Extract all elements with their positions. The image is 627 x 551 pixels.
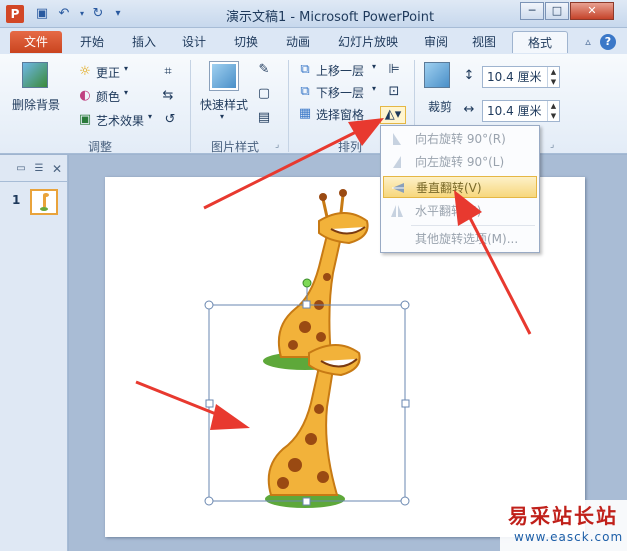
crop-icon [424,62,450,88]
tab-transitions[interactable]: 切换 [226,31,266,53]
tab-animations[interactable]: 动画 [278,31,318,53]
redo-icon[interactable]: ↻ [90,6,106,22]
menu-rotate-right[interactable]: 向右旋转 90°(R) [383,128,537,150]
rotate-right-icon [389,131,405,147]
close-button[interactable]: ✕ [570,2,614,20]
resize-handle[interactable] [204,496,214,506]
menu-more-rotation-options[interactable]: 其他旋转选项(M)... [383,228,537,250]
flip-horizontal-icon [389,203,405,219]
rotate-button[interactable]: ◭▾ [380,106,406,124]
color-palette-icon: ◐ [79,88,91,103]
watermark-url: www.easck.com [514,530,624,544]
ribbon-tabs: 文件 开始 插入 设计 切换 动画 幻灯片放映 审阅 视图 格式 ▵ ? [0,28,627,54]
shape-height-spinner[interactable]: 10.4 厘米 ▲ ▼ [482,66,560,88]
tab-review[interactable]: 审阅 [418,31,454,53]
selection-pane-icon: ▦ [298,106,312,121]
menu-rotate-left[interactable]: 向左旋转 90°(L) [383,151,537,173]
resize-handle[interactable] [400,496,410,506]
tab-insert[interactable]: 插入 [124,31,164,53]
undo-icon[interactable]: ↶ [56,6,72,22]
shape-width-spinner[interactable]: 10.4 厘米 ▲ ▼ [482,100,560,122]
artistic-effects-icon: ▣ [78,112,92,127]
bring-forward-icon: ⧉ [300,62,310,77]
maximize-button[interactable]: □ [545,2,569,20]
tab-format[interactable]: 格式 [512,31,568,53]
giraffe-thumbnail-icon [40,193,49,211]
dialog-launcher-icon[interactable]: ⌟ [550,140,554,150]
slide-number: 1 [12,193,21,207]
resize-handle[interactable] [205,399,214,408]
tab-slideshow[interactable]: 幻灯片放映 [330,31,406,53]
flip-vertical-icon [390,180,406,196]
menu-flip-vertical[interactable]: 垂直翻转(V) [383,176,537,198]
resize-handle[interactable] [302,497,311,506]
tab-design[interactable]: 设计 [174,31,214,53]
slide-thumbnail-pane: ▭ ☰ ✕ 1 [0,155,68,551]
chevron-down-icon: ▾ [148,112,153,121]
dialog-launcher-icon[interactable]: ⌟ [275,140,279,150]
menu-flip-horizontal[interactable]: 水平翻转(H) [383,200,537,222]
group-separator [190,60,191,152]
help-icon[interactable]: ? [600,34,616,50]
tab-home[interactable]: 开始 [72,31,112,53]
group-separator [288,60,289,152]
minimize-button[interactable]: ─ [520,2,544,20]
spinner-arrows-icon[interactable]: ▲ ▼ [547,67,559,87]
site-watermark: 易采站长站 www.easck.com [500,500,627,551]
rotation-handle[interactable] [302,278,312,288]
title-bar: P ▣ ↶ ▾ ↻ ▾ 演示文稿1 - Microsoft PowerPoint… [0,0,627,28]
sun-icon: ☼ [79,64,91,79]
align-icon[interactable]: ⊫ [384,62,404,78]
shape-width-icon: ↔ [463,102,475,117]
shape-height-icon: ↕ [463,68,475,83]
slide-thumbnail[interactable] [30,189,58,215]
window-title: 演示文稿1 - Microsoft PowerPoint [225,10,435,25]
menu-separator [411,225,535,226]
spinner-arrows-icon[interactable]: ▲ ▼ [547,101,559,121]
undo-dropdown-icon[interactable]: ▾ [74,6,90,22]
change-picture-icon[interactable]: ⇆ [160,88,176,104]
customize-toolbar-icon[interactable]: ▾ [110,6,126,22]
chevron-down-icon: ▾ [124,88,129,97]
tab-view[interactable]: 视图 [466,31,502,53]
picture-border-icon[interactable]: ✎ [254,62,274,78]
chevron-down-icon: ▾ [372,62,377,71]
group-label-arrange: 排列 [337,140,362,154]
group-label-adjust: 调整 [87,140,112,154]
chevron-down-icon: ▾ [372,84,377,93]
resize-handle[interactable] [401,399,410,408]
watermark-text: 易采站长站 [508,504,618,528]
resize-handle[interactable] [302,300,311,309]
tab-file[interactable]: 文件 [10,31,62,53]
picture-layout-icon[interactable]: ▤ [254,110,274,126]
save-icon[interactable]: ▣ [34,6,50,22]
powerpoint-logo-icon: P [6,5,24,23]
resize-handle[interactable] [400,300,410,310]
rotate-left-icon [389,154,405,170]
slide-list: 1 [0,155,68,551]
group-label-picture-styles: 图片样式 [210,140,259,154]
reset-picture-icon[interactable]: ↺ [160,112,180,128]
slide-editing-area [69,155,627,551]
quick-styles-icon [210,62,238,90]
compress-pictures-icon[interactable]: ⌗ [160,64,176,80]
rotate-dropdown-menu: 向右旋转 90°(R) 向左旋转 90°(L) 垂直翻转(V) 水平翻转(H) … [380,125,540,253]
picture-effects-icon[interactable]: ▢ [254,86,274,102]
remove-background-icon [22,62,48,88]
chevron-down-icon: ▾ [124,64,129,73]
resize-handle[interactable] [204,300,214,310]
send-backward-icon: ⧉ [300,84,310,99]
chevron-down-icon: ▾ [220,112,225,121]
minimize-ribbon-icon[interactable]: ▵ [580,34,596,50]
giraffe-image-upper[interactable] [263,189,369,370]
group-objects-icon[interactable]: ⊡ [384,84,404,100]
